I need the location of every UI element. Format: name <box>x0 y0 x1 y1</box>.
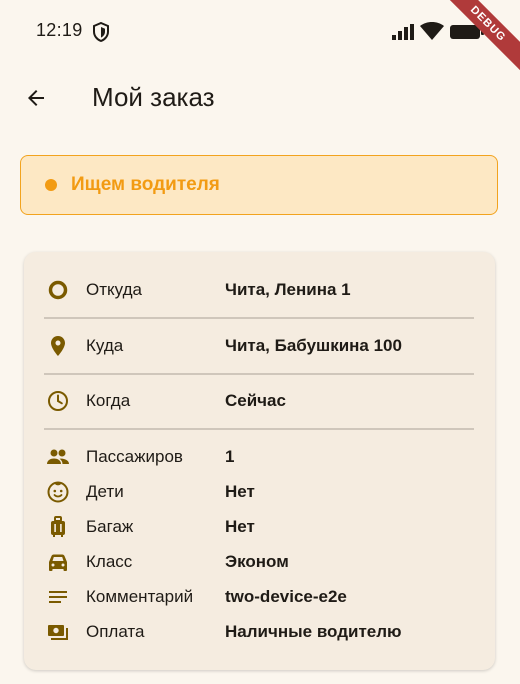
arrow-left-icon <box>28 90 44 106</box>
people-icon <box>47 449 69 464</box>
notes-icon <box>49 591 67 603</box>
detail-label: Дети <box>86 482 124 501</box>
location-pin-icon <box>51 336 65 356</box>
app-bar: Мой заказ <box>0 68 520 128</box>
order-details-card: Откуда Чита, Ленина 1 Куда Чита, Бабушки… <box>24 252 495 670</box>
detail-value: Чита, Ленина 1 <box>225 280 351 299</box>
detail-value: Нет <box>225 482 255 501</box>
status-bar: 12:19 DEBUG <box>0 0 520 74</box>
status-dot <box>45 179 57 191</box>
car-icon <box>49 554 67 571</box>
wifi-icon <box>420 22 444 40</box>
detail-value: Нет <box>225 517 255 536</box>
detail-label: Комментарий <box>86 587 194 606</box>
detail-row-children: Дети Нет <box>24 474 495 510</box>
signal-icon <box>392 24 414 40</box>
detail-row-when: Когда Сейчас <box>24 383 495 419</box>
detail-value: two-device-e2e <box>225 587 347 606</box>
order-status-banner: Ищем водителя <box>20 155 498 215</box>
divider <box>44 317 474 319</box>
detail-row-payment: Оплата Наличные водителю <box>24 614 495 650</box>
detail-label: Откуда <box>86 280 142 299</box>
order-status-text: Ищем водителя <box>71 174 220 195</box>
detail-value: 1 <box>225 447 235 466</box>
divider <box>44 373 474 375</box>
detail-label: Багаж <box>86 517 134 536</box>
page-title: Мой заказ <box>92 82 215 112</box>
clock-icon <box>48 391 68 411</box>
payment-icon <box>48 625 68 640</box>
circle-origin-icon <box>48 280 68 300</box>
detail-row-to: Куда Чита, Бабушкина 100 <box>24 328 495 364</box>
detail-row-luggage: Багаж Нет <box>24 509 495 545</box>
detail-label: Куда <box>86 336 124 355</box>
detail-label: Пассажиров <box>86 447 183 466</box>
child-face-icon <box>47 481 69 503</box>
detail-row-from: Откуда Чита, Ленина 1 <box>24 272 495 308</box>
detail-value: Сейчас <box>225 391 286 410</box>
shield-icon <box>93 22 109 42</box>
detail-value: Наличные водителю <box>225 622 402 641</box>
luggage-icon <box>51 516 65 537</box>
detail-row-comment: Комментарий two-device-e2e <box>24 579 495 615</box>
detail-value: Эконом <box>225 552 289 571</box>
back-button[interactable] <box>18 80 54 116</box>
divider <box>44 428 474 430</box>
detail-label: Класс <box>86 552 133 571</box>
detail-value: Чита, Бабушкина 100 <box>225 336 402 355</box>
detail-row-passengers: Пассажиров 1 <box>24 439 495 475</box>
detail-label: Оплата <box>86 622 145 641</box>
status-time: 12:19 <box>36 20 83 40</box>
detail-row-class: Класс Эконом <box>24 544 495 580</box>
detail-label: Когда <box>86 391 131 410</box>
